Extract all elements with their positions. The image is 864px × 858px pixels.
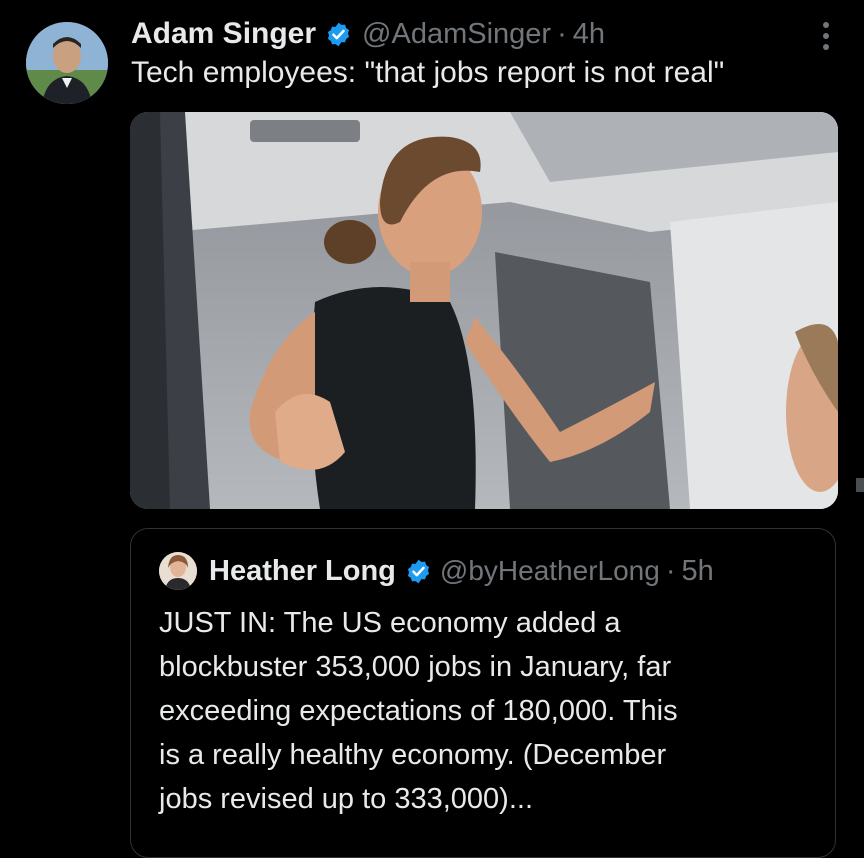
tweet-media-image[interactable] xyxy=(130,112,838,509)
author-handle[interactable]: @AdamSinger xyxy=(362,18,551,51)
quoted-author-handle: @byHeatherLong xyxy=(439,555,660,586)
quoted-text-line: JUST IN: The US economy added a xyxy=(159,607,621,639)
author-avatar-image xyxy=(26,22,108,104)
quoted-author-avatar xyxy=(159,552,197,590)
quoted-text-line: jobs revised up to 333,000)... xyxy=(159,783,534,815)
quoted-text-line: blockbuster 353,000 jobs in January, far xyxy=(159,651,672,683)
quoted-tweet-timestamp: 5h xyxy=(681,554,714,587)
verified-badge-icon xyxy=(405,558,432,585)
separator-dot: · xyxy=(665,554,676,587)
media-photo xyxy=(130,112,838,509)
quoted-tweet-card[interactable]: Heather Long @byHeatherLong · 5h JUST IN… xyxy=(130,528,836,858)
separator-dot: · xyxy=(557,17,567,50)
tweet-timestamp[interactable]: 4h xyxy=(573,18,605,51)
verified-badge-icon xyxy=(325,21,352,48)
quoted-tweet-header: Heather Long @byHeatherLong · 5h xyxy=(159,552,714,590)
more-options-icon[interactable] xyxy=(822,20,830,52)
quoted-text-line: exceeding expectations of 180,000. This xyxy=(159,695,678,727)
quoted-tweet-text: JUST IN: The US economy added a blockbus… xyxy=(159,601,819,821)
tweet-text: Tech employees: "that jobs report is not… xyxy=(131,56,725,89)
author-avatar[interactable] xyxy=(26,22,108,104)
quoted-text-line: is a really healthy economy. (December xyxy=(159,739,667,771)
tweet-header: Adam Singer @AdamSinger · 4h xyxy=(131,14,834,54)
author-name[interactable]: Adam Singer xyxy=(131,17,316,51)
scrollbar-thumb[interactable] xyxy=(856,478,864,492)
quoted-author-name: Heather Long xyxy=(209,554,396,587)
